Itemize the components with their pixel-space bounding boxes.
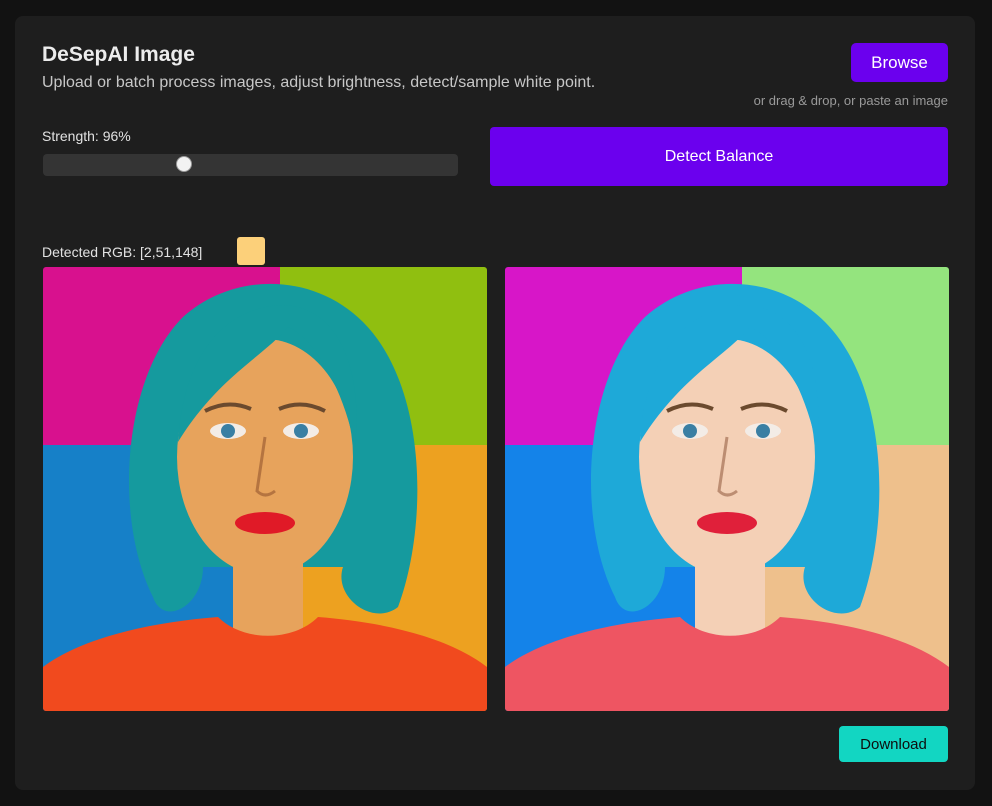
right-iris	[756, 424, 770, 438]
app-subtitle: Upload or batch process images, adjust b…	[42, 74, 596, 91]
corrected-image[interactable]	[505, 267, 949, 711]
corrected-portrait-image	[505, 267, 949, 711]
left-iris	[683, 424, 697, 438]
lips	[697, 512, 757, 534]
strength-label: Strength: 96%	[42, 128, 131, 144]
strength-slider[interactable]	[43, 154, 458, 176]
lips	[235, 512, 295, 534]
original-portrait-image	[43, 267, 487, 711]
download-button[interactable]: Download	[839, 726, 948, 762]
detected-rgb-label: Detected RGB: [2,51,148]	[42, 244, 203, 260]
browse-button[interactable]: Browse	[851, 43, 948, 82]
app-card: DeSepAI Image Upload or batch process im…	[15, 16, 975, 790]
app-title: DeSepAI Image	[42, 43, 195, 66]
detected-color-swatch[interactable]	[237, 237, 265, 265]
left-iris	[221, 424, 235, 438]
slider-thumb[interactable]	[176, 156, 193, 172]
upload-hint: or drag & drop, or paste an image	[753, 93, 948, 108]
detect-balance-button[interactable]: Detect Balance	[490, 127, 948, 186]
right-iris	[294, 424, 308, 438]
original-image[interactable]	[43, 267, 487, 711]
